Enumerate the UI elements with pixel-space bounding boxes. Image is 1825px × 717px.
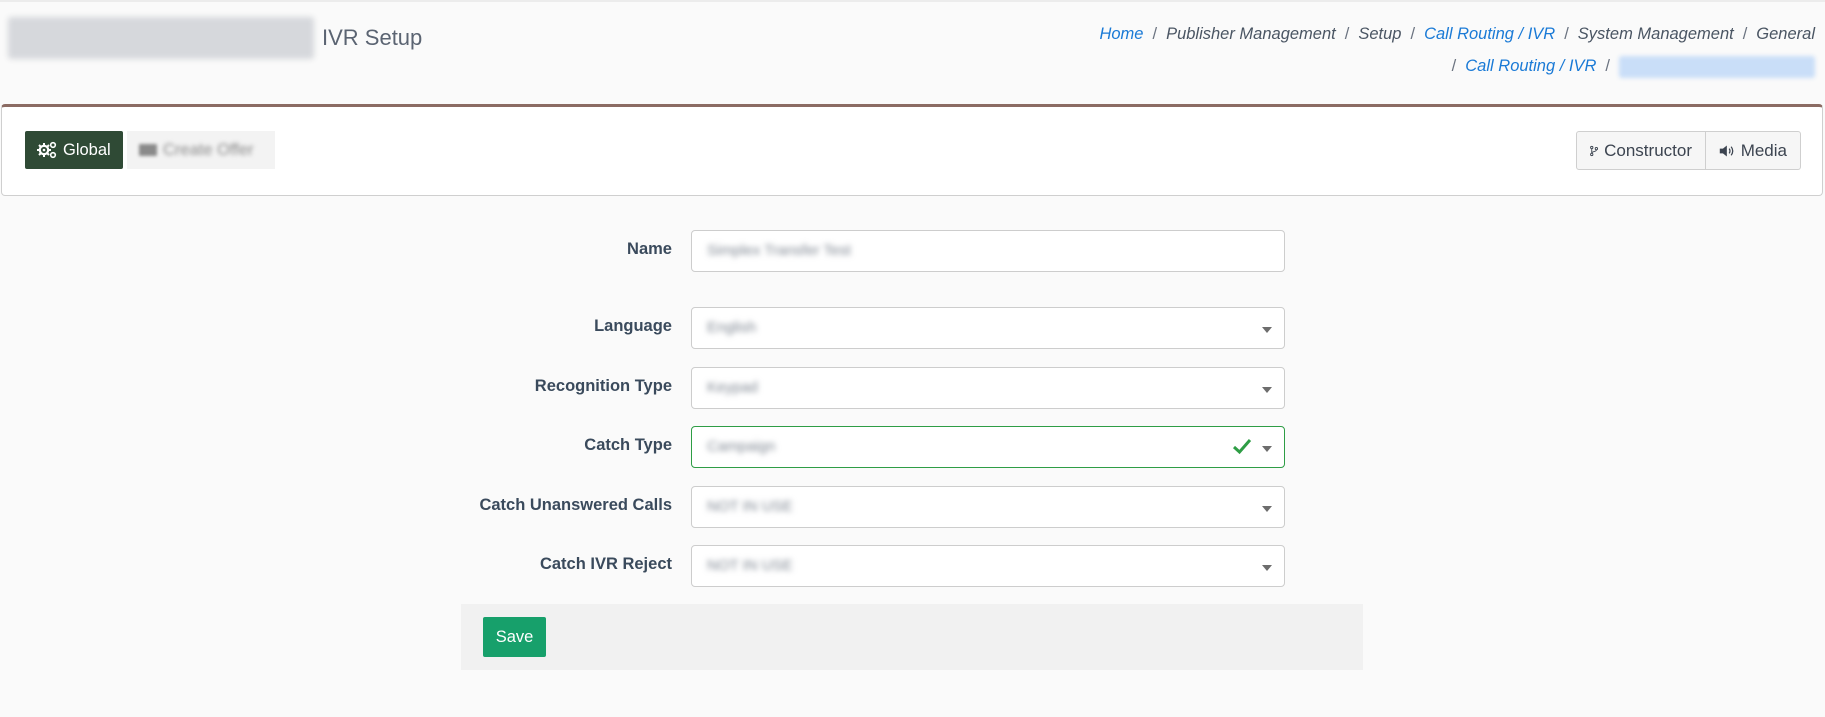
breadcrumb-separator: / <box>1344 25 1350 43</box>
form-row-catch-type: Catch Type Campaign <box>420 426 1285 468</box>
breadcrumb-home[interactable]: Home <box>1099 25 1143 43</box>
media-label: Media <box>1740 140 1787 160</box>
save-button[interactable]: Save <box>483 617 546 657</box>
check-icon <box>1232 439 1252 455</box>
chevron-down-icon <box>1262 387 1272 393</box>
breadcrumb-separator: / <box>1410 25 1416 43</box>
breadcrumb-general: General <box>1756 25 1815 43</box>
language-select[interactable]: English <box>691 307 1285 349</box>
form-footer: Save <box>461 604 1363 670</box>
breadcrumb-setup: Setup <box>1358 25 1402 43</box>
name-value: Simplex Transfer Test <box>707 242 851 259</box>
recognition-type-label: Recognition Type <box>534 377 672 395</box>
chevron-down-icon <box>1262 327 1272 333</box>
page-header: IVR Setup Home / Publisher Management / Setu… <box>0 0 1825 100</box>
recognition-type-select[interactable]: Keypad <box>691 367 1285 409</box>
catch-unanswered-value: NOT IN USE <box>707 498 793 515</box>
form-row-catch-ivr-reject: Catch IVR Reject NOT IN USE <box>420 545 1285 587</box>
catch-type-label: Catch Type <box>584 436 672 454</box>
chevron-down-icon <box>1262 506 1272 512</box>
catch-type-value: Campaign <box>707 438 776 455</box>
language-value: English <box>707 319 757 336</box>
form-row-catch-unanswered: Catch Unanswered Calls NOT IN USE <box>420 486 1285 528</box>
breadcrumb-call-routing-ivr[interactable]: Call Routing / IVR <box>1424 25 1555 43</box>
code-branch-icon <box>1590 145 1599 156</box>
title-wrap: IVR Setup <box>8 17 422 59</box>
form-row-language: Language English <box>420 307 1285 349</box>
recognition-type-value: Keypad <box>707 379 758 396</box>
breadcrumb-separator: / <box>1605 57 1610 75</box>
breadcrumb-separator: / <box>1564 25 1569 43</box>
breadcrumb-separator: / <box>1451 57 1457 75</box>
breadcrumb-separator: / <box>1742 25 1748 43</box>
catch-ivr-reject-select[interactable]: NOT IN USE <box>691 545 1285 587</box>
name-label: Name <box>627 240 672 258</box>
volume-icon <box>1719 145 1734 156</box>
tab-global[interactable]: Global <box>25 131 123 169</box>
language-label: Language <box>594 317 672 335</box>
breadcrumb-redacted-current <box>1619 55 1815 78</box>
constructor-button[interactable]: Constructor <box>1576 131 1706 170</box>
chevron-down-icon <box>1262 565 1272 571</box>
catch-unanswered-select[interactable]: NOT IN USE <box>691 486 1285 528</box>
cogs-icon <box>37 141 57 159</box>
breadcrumb: Home / Publisher Management / Setup / Call Rou… <box>1055 18 1815 82</box>
catch-ivr-reject-value: NOT IN USE <box>707 557 793 574</box>
breadcrumb-separator: / <box>1152 25 1158 43</box>
tab-create-offer[interactable]: Create Offer <box>127 131 275 169</box>
breadcrumb-publisher-management: Publisher Management <box>1166 25 1336 43</box>
redacted-ivr-name <box>8 17 314 59</box>
breadcrumb-system-management: System Management <box>1577 25 1734 43</box>
breadcrumb-call-routing-ivr-2[interactable]: Call Routing / IVR <box>1465 57 1596 75</box>
name-input[interactable]: Simplex Transfer Test <box>691 230 1285 272</box>
form-row-recognition-type: Recognition Type Keypad <box>420 367 1285 409</box>
media-button[interactable]: Media <box>1705 131 1801 170</box>
tab-create-offer-label: Create Offer <box>163 140 254 159</box>
toolbar-card: Global Create Offer Constructor Media <box>1 104 1823 196</box>
tab-global-label: Global <box>63 140 111 159</box>
offer-icon <box>139 144 157 156</box>
page-title: IVR Setup <box>322 25 423 50</box>
constructor-label: Constructor <box>1604 140 1692 160</box>
catch-ivr-reject-label: Catch IVR Reject <box>539 555 672 573</box>
form-row-name: Name Simplex Transfer Test <box>420 230 1285 272</box>
catch-unanswered-label: Catch Unanswered Calls <box>479 496 672 514</box>
chevron-down-icon <box>1262 446 1272 452</box>
catch-type-select[interactable]: Campaign <box>691 426 1285 468</box>
